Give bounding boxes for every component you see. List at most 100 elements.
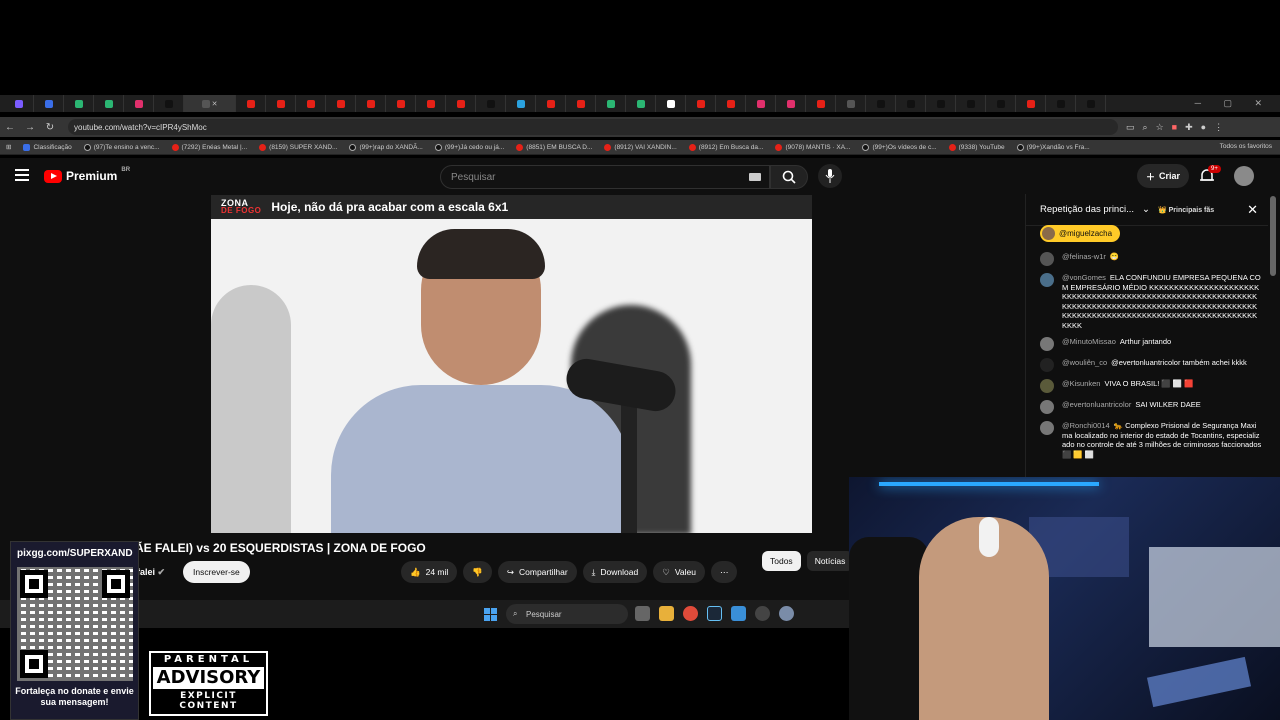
close-tab-icon[interactable]: ✕ — [212, 100, 218, 108]
browser-tab[interactable] — [356, 95, 386, 112]
browser-tab[interactable] — [716, 95, 746, 112]
scrollbar[interactable] — [1270, 196, 1276, 276]
browser-tab[interactable] — [476, 95, 506, 112]
chat-author[interactable]: @evertonluantricolor — [1062, 400, 1131, 409]
menu-hamburger-icon[interactable] — [15, 169, 29, 181]
forward-icon[interactable]: → — [20, 122, 40, 133]
youtube-logo[interactable]: Premium BR — [44, 167, 130, 183]
bookmark-item[interactable]: (8851) EM BUSCA D... — [510, 143, 598, 151]
browser-tab[interactable] — [566, 95, 596, 112]
browser-tab[interactable] — [326, 95, 356, 112]
browser-tab[interactable] — [4, 95, 34, 112]
dislike-button[interactable]: 👎 — [463, 561, 492, 583]
browser-tab[interactable] — [776, 95, 806, 112]
share-button[interactable]: ↪ Compartilhar — [497, 561, 577, 583]
video-player[interactable]: ZONA DE FOGO Hoje, não dá pra acabar com… — [211, 195, 812, 533]
browser-tab[interactable] — [806, 95, 836, 112]
chat-author[interactable]: @wouliên_co — [1062, 358, 1107, 367]
file-explorer-icon[interactable] — [659, 606, 674, 621]
more-actions-button[interactable]: ⋯ — [710, 561, 738, 583]
browser-tab[interactable] — [1046, 95, 1076, 112]
bookmark-item[interactable]: (8912) Em Busca da... — [683, 143, 770, 151]
steam-icon[interactable] — [707, 606, 722, 621]
browser-tab[interactable] — [866, 95, 896, 112]
browser-tab[interactable] — [34, 95, 64, 112]
extension-icon[interactable]: ■ — [1172, 122, 1177, 133]
bookmark-item[interactable]: (99+)rap do XANDÃ... — [343, 143, 428, 151]
search-input[interactable]: Pesquisar — [440, 165, 770, 189]
avatar[interactable] — [1040, 379, 1054, 393]
taskbar-search[interactable]: ⌕ Pesquisar — [506, 604, 628, 624]
bookmark-item[interactable]: Classificação — [17, 143, 77, 151]
all-bookmarks[interactable]: Todos os favoritos — [1220, 143, 1272, 150]
browser-tab[interactable] — [1076, 95, 1106, 112]
app-icon[interactable] — [731, 606, 746, 621]
avatar[interactable] — [1040, 421, 1054, 435]
account-avatar[interactable] — [1234, 166, 1254, 186]
download-button[interactable]: ⤓ Download — [582, 561, 648, 583]
chat-title[interactable]: Repetição das princi... — [1040, 204, 1134, 215]
browser-tab[interactable] — [506, 95, 536, 112]
bookmark-item[interactable]: (9338) YouTube — [943, 143, 1011, 151]
browser-tab[interactable] — [64, 95, 94, 112]
recording-app-icon[interactable] — [755, 606, 770, 621]
like-button[interactable]: 👍 24 mil — [401, 561, 458, 583]
url-field[interactable]: youtube.com/watch?v=cIPR4yShMoc — [68, 119, 1118, 135]
avatar[interactable] — [1040, 273, 1054, 287]
bookmark-item[interactable]: (8912) VAI XANDIN... — [598, 143, 682, 151]
subscribe-button[interactable]: Inscrever-se — [183, 561, 250, 583]
thanks-button[interactable]: ♡ Valeu — [653, 561, 705, 583]
chat-author[interactable]: @MinutoMissao — [1062, 337, 1116, 346]
chip-news[interactable]: Notícias — [806, 551, 854, 571]
menu-icon[interactable]: ⋮ — [1214, 122, 1223, 133]
browser-tab[interactable] — [746, 95, 776, 112]
settings-icon[interactable] — [779, 606, 794, 621]
avatar[interactable] — [1040, 358, 1054, 372]
chevron-down-icon[interactable]: ⌄ — [1142, 204, 1150, 215]
browser-tab[interactable]: ✕ — [184, 95, 236, 112]
chat-author[interactable]: @Kisunken — [1062, 379, 1100, 388]
chat-author[interactable]: @Ronchi0014 — [1062, 421, 1110, 430]
cast-icon[interactable]: ▭ — [1126, 122, 1135, 133]
chat-author[interactable]: @felinas-w1r — [1062, 252, 1106, 261]
channel-name[interactable]: falei ✔ — [137, 567, 165, 578]
star-icon[interactable]: ☆ — [1156, 122, 1164, 133]
chip-all[interactable]: Todos — [762, 551, 801, 571]
browser-tab[interactable] — [536, 95, 566, 112]
task-view-icon[interactable] — [635, 606, 650, 621]
bookmark-item[interactable]: (7292) Enéas Metal |... — [166, 143, 254, 151]
avatar[interactable] — [1040, 337, 1054, 351]
browser-tab[interactable] — [386, 95, 416, 112]
close-icon[interactable]: ✕ — [1247, 202, 1258, 218]
browser-tab[interactable] — [94, 95, 124, 112]
windows-start-icon[interactable] — [484, 608, 497, 621]
keyboard-icon[interactable] — [749, 173, 761, 181]
reload-icon[interactable]: ↻ — [40, 122, 60, 133]
browser-tab[interactable] — [896, 95, 926, 112]
browser-tab[interactable] — [956, 95, 986, 112]
bookmark-item[interactable]: (99+)Os vídeos de c... — [856, 143, 942, 151]
browser-tab[interactable] — [926, 95, 956, 112]
browser-tab[interactable] — [296, 95, 326, 112]
bookmark-item[interactable]: (97)Te ensino a venc... — [78, 143, 166, 151]
window-controls[interactable]: ─ ▢ ✕ — [1195, 98, 1272, 109]
browser-tab[interactable] — [1016, 95, 1046, 112]
bookmark-item[interactable]: (99+)Xandão vs Fra... — [1011, 143, 1096, 151]
chrome-icon[interactable] — [683, 606, 698, 621]
browser-tab[interactable] — [686, 95, 716, 112]
bookmark-item[interactable]: (9078) MANTIS · XA... — [769, 143, 856, 151]
apps-grid-icon[interactable]: ⊞ — [0, 143, 17, 151]
browser-tab[interactable] — [446, 95, 476, 112]
bookmark-item[interactable]: (99+)Já cedo ou já... — [429, 143, 510, 151]
bookmark-item[interactable]: (8159) SUPER XAND... — [253, 143, 343, 151]
zoom-icon[interactable]: ⌕ — [1143, 122, 1148, 133]
browser-tab[interactable] — [236, 95, 266, 112]
search-button[interactable] — [770, 165, 808, 189]
browser-tab[interactable] — [986, 95, 1016, 112]
browser-tab[interactable] — [124, 95, 154, 112]
puzzle-icon[interactable]: ✚ — [1185, 122, 1193, 133]
browser-tab[interactable] — [836, 95, 866, 112]
avatar[interactable] — [1040, 400, 1054, 414]
avatar[interactable] — [1040, 252, 1054, 266]
profile-icon[interactable]: ● — [1201, 122, 1206, 133]
